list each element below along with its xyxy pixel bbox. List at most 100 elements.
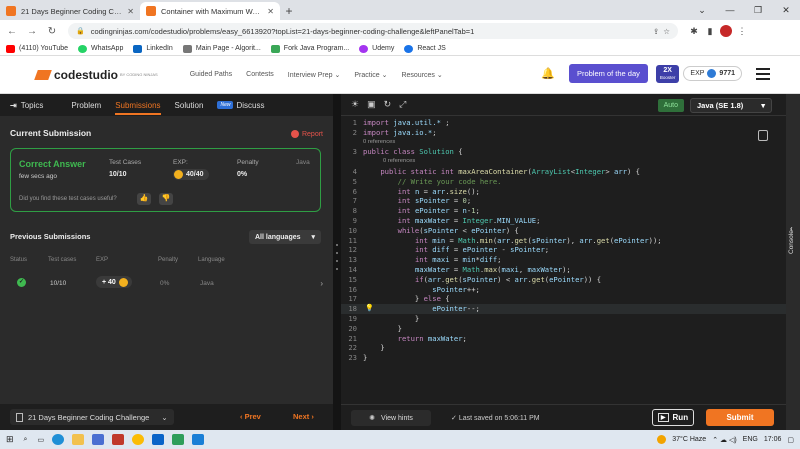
submission-time: few secs ago (19, 173, 57, 180)
course-selector[interactable]: 21 Days Beginner Coding Challenge ⌄ (10, 409, 174, 425)
bookmark-whatsapp[interactable]: WhatsApp (78, 44, 123, 53)
react-icon (404, 44, 414, 53)
search-icon[interactable]: ⌕ (24, 436, 28, 444)
file-explorer-icon[interactable] (72, 434, 85, 445)
nav-guided-paths[interactable]: Guided Paths (190, 71, 232, 79)
prev-button[interactable]: ‹ Prev (240, 412, 261, 421)
browser-tab-2[interactable]: Container with Maximum Water ✕ (140, 2, 280, 20)
url-text[interactable]: codingninjas.com/codestudio/problems/eas… (91, 27, 649, 36)
view-hints-button[interactable]: ✺ View hints (351, 410, 431, 426)
report-button[interactable]: Report (290, 130, 323, 138)
test-cases-value: 10/10 (109, 171, 127, 178)
left-panel: ⇥ Topics Problem Submissions Solution New… (0, 94, 333, 404)
auto-complete-toggle[interactable]: Auto (657, 99, 684, 112)
exp-coin-icon (118, 277, 128, 287)
booster-badge[interactable]: 2X Booster (655, 64, 680, 83)
exp-coin-icon (174, 170, 183, 179)
thumbs-up-icon[interactable]: 👍 (137, 193, 151, 205)
problem-of-the-day-button[interactable]: Problem of the day (568, 64, 648, 83)
vscode-icon[interactable] (192, 434, 205, 445)
close-tab-icon[interactable]: ✕ (267, 7, 274, 16)
exp-value: 40/40 (173, 169, 209, 181)
language-indicator[interactable]: ENG (743, 436, 758, 443)
tab-solution[interactable]: Solution (175, 101, 204, 110)
bookmark-reactjs[interactable]: React JS (404, 44, 446, 53)
nav-resources[interactable]: Resources ⌄ (401, 71, 442, 79)
next-button[interactable]: Next › (293, 412, 314, 421)
nav-contests[interactable]: Contests (246, 71, 274, 79)
status-text: Correct Answer (19, 159, 86, 169)
task-view-icon[interactable]: ▭ (37, 436, 44, 444)
panel-resize-handle[interactable] (333, 94, 341, 430)
minimize-icon[interactable]: — (716, 0, 744, 20)
browser-tab-1[interactable]: 21 Days Beginner Coding Challe ✕ (0, 2, 140, 20)
clock[interactable]: 17:06 (764, 436, 782, 443)
nav-practice[interactable]: Practice ⌄ (354, 71, 387, 79)
penalty-value: 0% (237, 171, 248, 178)
edge-icon[interactable] (52, 434, 65, 445)
col-penalty: Penalty (158, 257, 179, 263)
bookmark-udemy[interactable]: Udemy (359, 44, 394, 53)
col-exp: EXP (96, 257, 109, 263)
outlook-icon[interactable] (152, 434, 165, 445)
reset-icon[interactable]: ↻ (384, 99, 392, 110)
extension-icons: ✱ ▮ ⋮ (686, 25, 750, 37)
exp-counter[interactable]: EXP 9771 (683, 66, 742, 81)
bookmark-algorithms[interactable]: Main Page - Algorit... (182, 44, 261, 53)
youtube-icon (6, 44, 15, 53)
submit-button[interactable]: Submit (706, 409, 774, 426)
close-tab-icon[interactable]: ✕ (127, 7, 134, 16)
last-saved-status: ✓ Last saved on 5:06:11 PM (451, 415, 540, 422)
console-toggle[interactable]: ‹ Console (786, 94, 800, 430)
tray-icons[interactable]: ⌃ ☁ ◁) (712, 436, 736, 444)
app-icon[interactable] (172, 434, 185, 445)
fullscreen-icon[interactable]: ⤢ (399, 99, 406, 110)
tab-problem[interactable]: Problem (71, 101, 101, 110)
nav-interview-prep[interactable]: Interview Prep ⌄ (288, 71, 341, 79)
theme-sun-icon[interactable]: ☀ (351, 99, 359, 110)
notification-icon[interactable]: ▢ (787, 436, 794, 444)
save-icon[interactable]: ▣ (367, 99, 376, 110)
chevron-right-icon[interactable]: › (320, 279, 323, 288)
extensions-puzzle-icon[interactable]: ✱ (686, 26, 702, 37)
codingninjas-favicon-icon (146, 6, 156, 16)
codestudio-logo[interactable]: codestudio BY CODING NINJAS (34, 68, 158, 82)
profile-avatar[interactable] (720, 25, 732, 37)
notification-bell-icon[interactable]: 🔔 (541, 67, 555, 80)
menu-kebab-icon[interactable]: ⋮ (734, 26, 750, 37)
tab-topics[interactable]: ⇥ Topics (10, 101, 57, 110)
sidepanel-icon[interactable]: ▮ (702, 26, 718, 37)
chrome-icon[interactable] (132, 434, 145, 445)
bookmark-star-icon[interactable]: ☆ (663, 27, 670, 36)
code-area[interactable]: 1 import java.util.* ; 2 import java.io.*;… (341, 118, 786, 363)
hamburger-menu-icon[interactable] (756, 65, 770, 83)
run-button[interactable]: ▶ Run (652, 409, 694, 426)
reload-icon[interactable]: ↻ (44, 26, 60, 37)
lock-icon[interactable]: 🔒 (76, 27, 85, 35)
thumbs-down-icon[interactable]: 👎 (159, 193, 173, 205)
bookmark-youtube[interactable]: (4110) YouTube (6, 44, 68, 53)
bookmarks-bar: (4110) YouTube WhatsApp LinkedIn Main Pa… (0, 42, 800, 56)
language-filter-dropdown[interactable]: All languages ▾ (249, 230, 321, 244)
tab-title: 21 Days Beginner Coding Challe (21, 6, 124, 16)
tab-search-icon[interactable]: ⌄ (688, 0, 716, 20)
share-icon[interactable]: ⇪ (653, 27, 659, 36)
app-icon[interactable] (112, 434, 125, 445)
back-icon[interactable]: ← (4, 26, 20, 37)
weather-text[interactable]: 37°C Haze (672, 436, 706, 443)
tab-discuss[interactable]: New Discuss (217, 101, 278, 110)
main-nav: Guided Paths Contests Interview Prep ⌄ P… (190, 71, 457, 79)
new-tab-button[interactable]: + (280, 2, 298, 20)
tab-submissions[interactable]: Submissions (115, 101, 161, 115)
address-bar[interactable]: 🔒 codingninjas.com/codestudio/problems/e… (68, 23, 678, 39)
store-icon[interactable] (92, 434, 105, 445)
bookmark-fork-java[interactable]: Fork Java Program... (270, 44, 349, 53)
current-submission-card: Correct Answer few secs ago Test Cases 1… (10, 148, 321, 212)
bookmark-linkedin[interactable]: LinkedIn (133, 44, 173, 53)
language-selector[interactable]: Java (SE 1.8) ▾ (690, 98, 772, 113)
weather-sun-icon[interactable] (657, 435, 667, 444)
close-window-icon[interactable]: ✕ (772, 0, 800, 20)
windows-start-icon[interactable]: ⊞ (6, 434, 14, 445)
restore-icon[interactable]: ❐ (744, 0, 772, 20)
forward-icon[interactable]: → (24, 26, 40, 37)
